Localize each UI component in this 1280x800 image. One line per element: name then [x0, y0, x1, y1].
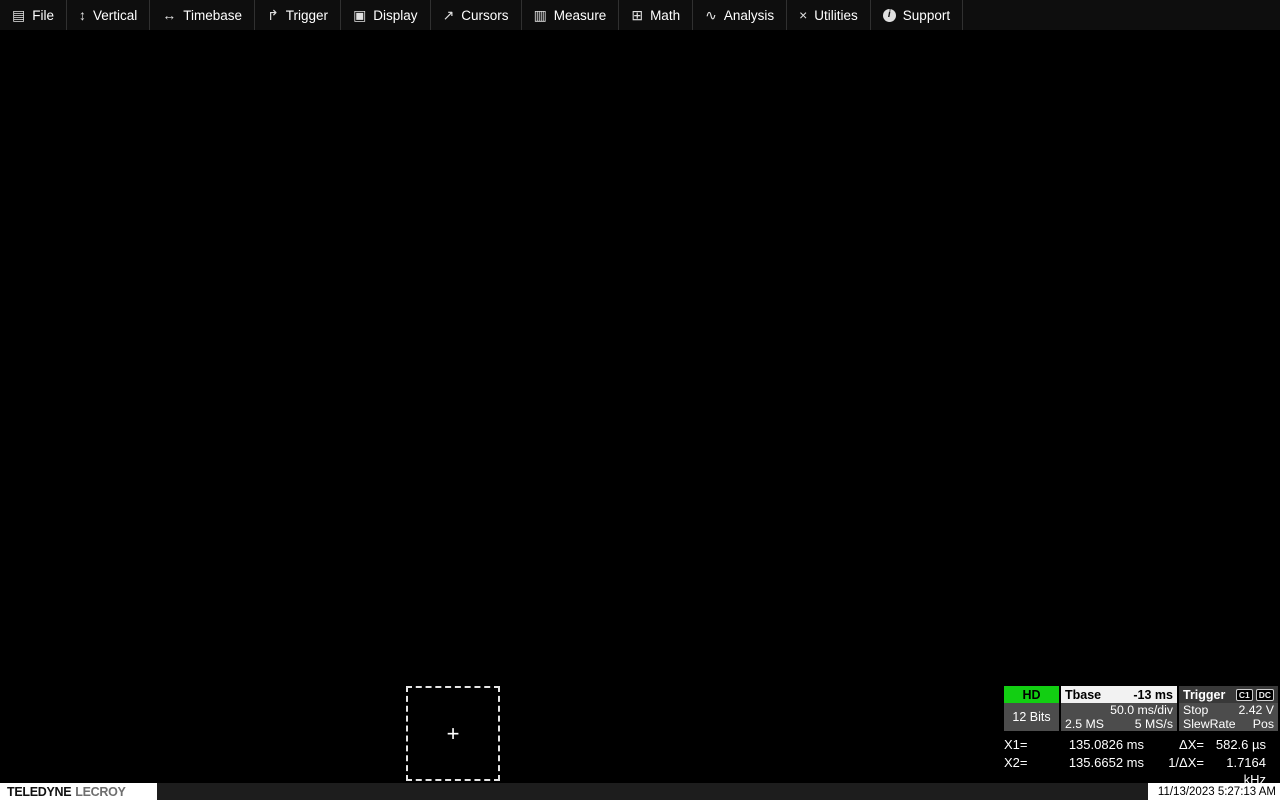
add-trace-button[interactable]: + — [406, 686, 500, 781]
timebase-offset: -13 ms — [1133, 688, 1173, 702]
dx-value: 582.6 µs — [1204, 736, 1278, 753]
hd-bits: 12 Bits — [1004, 703, 1059, 731]
cursor-readout-row1: X1= 135.0826 ms ΔX= 582.6 µs — [1004, 736, 1278, 753]
oscilloscope-screen: ▤ File ↕ Vertical ↔ Timebase ↱ Trigger ▣ Display ↗… — [0, 0, 1280, 800]
menu-item-utilities[interactable]: × Utilities — [787, 0, 871, 30]
menu-bar: ▤ File ↕ Vertical ↔ Timebase ↱ Trigger ▣ Display ↗… — [0, 0, 1280, 31]
menu-item-label: Display — [373, 8, 417, 23]
cursors-icon: ↗ — [443, 8, 455, 22]
menu-item-label: File — [32, 8, 54, 23]
menu-item-label: Utilities — [814, 8, 858, 23]
math-icon: ⊞ — [631, 8, 643, 22]
timebase-label: Tbase — [1065, 688, 1101, 702]
brand-bold: TELEDYNE — [7, 785, 71, 799]
menu-item-label: Timebase — [183, 8, 242, 23]
hd-indicator: HD 12 Bits — [1004, 686, 1059, 731]
timebase-icon: ↔ — [162, 8, 176, 22]
menu-item-display[interactable]: ▣ Display — [341, 0, 431, 30]
trigger-mode: Stop — [1183, 703, 1208, 717]
menu-item-measure[interactable]: ▥ Measure — [522, 0, 620, 30]
hd-label: HD — [1004, 686, 1059, 703]
plus-icon: + — [447, 724, 460, 744]
menu-item-label: Support — [903, 8, 950, 23]
trigger-slope: Pos — [1253, 717, 1274, 731]
x1-label: X1= — [1004, 736, 1040, 753]
menu-item-support[interactable]: i Support — [871, 0, 963, 30]
trigger-box[interactable]: Trigger C1 DC Stop 2.42 V SlewRate Pos — [1179, 686, 1278, 731]
menu-item-label: Analysis — [724, 8, 774, 23]
analysis-icon: ∿ — [705, 8, 717, 22]
menu-item-analysis[interactable]: ∿ Analysis — [693, 0, 787, 30]
measure-icon: ▥ — [534, 8, 547, 22]
trigger-source-badge: C1 — [1236, 689, 1253, 701]
trigger-type: SlewRate — [1183, 717, 1236, 731]
trigger-icon: ↱ — [267, 8, 279, 22]
teledyne-lecroy-logo: TELEDYNE LECROY — [0, 783, 157, 800]
support-icon: i — [883, 9, 896, 22]
dx-label: ΔX= — [1144, 736, 1204, 753]
menu-item-label: Vertical — [93, 8, 137, 23]
timebase-samples: 2.5 MS — [1065, 717, 1104, 731]
timebase-rate: 5 MS/s — [1135, 717, 1173, 731]
datetime: 11/13/2023 5:27:13 AM — [1148, 783, 1280, 800]
brand-light: LECROY — [75, 785, 125, 799]
menu-item-math[interactable]: ⊞ Math — [619, 0, 693, 30]
menu-item-label: Trigger — [286, 8, 328, 23]
file-icon: ▤ — [12, 8, 25, 22]
menu-item-cursors[interactable]: ↗ Cursors — [431, 0, 522, 30]
bottom-panel: + HD 12 Bits Tbase -13 ms 50.0 ms/div 2.… — [0, 684, 1280, 783]
menu-item-label: Measure — [554, 8, 607, 23]
menu-item-trigger[interactable]: ↱ Trigger — [255, 0, 341, 30]
display-icon: ▣ — [353, 8, 366, 22]
utilities-icon: × — [799, 8, 807, 22]
timebase-scale: 50.0 ms/div — [1110, 703, 1173, 717]
menu-item-vertical[interactable]: ↕ Vertical — [67, 0, 150, 30]
status-bar: TELEDYNE LECROY 11/13/2023 5:27:13 AM — [0, 783, 1280, 800]
trigger-label: Trigger — [1183, 688, 1225, 702]
timebase-box[interactable]: Tbase -13 ms 50.0 ms/div 2.5 MS 5 MS/s — [1061, 686, 1177, 731]
vertical-icon: ↕ — [79, 8, 86, 22]
menu-item-label: Cursors — [461, 8, 508, 23]
menu-item-file[interactable]: ▤ File — [0, 0, 67, 30]
trigger-coupling-badge: DC — [1256, 689, 1274, 701]
trigger-level: 2.42 V — [1238, 703, 1274, 717]
x1-value: 135.0826 ms — [1040, 736, 1144, 753]
menu-item-label: Math — [650, 8, 680, 23]
menu-item-timebase[interactable]: ↔ Timebase — [150, 0, 255, 30]
